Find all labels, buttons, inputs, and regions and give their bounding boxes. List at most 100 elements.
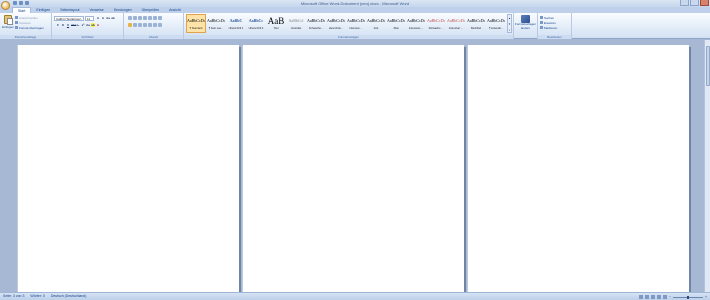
change-case-button[interactable]: Aa [106,16,110,20]
justify-icon[interactable] [143,23,147,27]
subscript-button[interactable]: x₂ [76,23,80,27]
style-name: Schwache... [308,27,324,30]
shading-icon[interactable] [153,23,157,27]
style-item[interactable]: AaB Titel [266,14,286,33]
office-button[interactable] [1,1,10,10]
style-name: Buchtitel [471,27,481,30]
style-item[interactable]: AaBbCcDc ¶ Standard [186,14,206,33]
style-item[interactable]: AaBbCcDc Schwache... [306,14,326,33]
style-name: Untertitel [290,27,302,30]
style-sample: AaBbCcDc [187,18,205,23]
outline-icon[interactable] [656,295,661,299]
fullscreen-reading-icon[interactable] [644,295,649,299]
font-size-select[interactable]: 11 [85,16,94,21]
editing-group: Suchen Ersetzen Markieren Bearbeiten [538,13,572,39]
undo-icon[interactable] [19,1,23,5]
scrollbar-thumb[interactable] [706,46,710,86]
copy-icon [15,21,18,24]
paragraph-group-label: Absatz [124,35,183,39]
minimize-icon[interactable] [680,0,689,6]
word-count[interactable]: Wörter: 0 [30,294,44,299]
document-page[interactable] [242,45,464,292]
bold-button[interactable]: F [56,23,60,27]
style-item[interactable]: AaBbCcDc Fett [366,14,386,33]
paste-label: Einfügen [2,25,14,29]
close-icon[interactable] [700,0,709,6]
scissors-icon [15,16,18,19]
line-spacing-icon[interactable] [148,23,152,27]
align-center-icon[interactable] [133,23,137,27]
more-icon[interactable]: ▿ [508,27,511,33]
change-styles-group: Formatvorlagen ändern [514,13,538,39]
format-painter-label: Format übertragen [19,25,44,30]
borders-icon[interactable] [158,23,162,27]
clipboard-group: Einfügen Ausschneiden Kopieren Format üb… [0,13,52,39]
select-button[interactable]: Markieren [540,25,557,30]
style-item[interactable]: AaBbCcDc Hervorheb... [326,14,346,33]
pilcrow-icon[interactable] [158,16,162,20]
change-styles-label: Formatvorlagen ändern [514,22,536,30]
style-item[interactable]: AaBbCcDc Intensives ... [406,14,426,33]
window-controls [680,0,709,6]
style-name: Fett [373,27,379,30]
vertical-scrollbar[interactable] [704,40,710,292]
styles-gallery-scroll[interactable]: ▴ ▾ ▿ [507,14,512,33]
style-item[interactable]: AaBbCcDc ¶ Listenab... [486,14,506,33]
status-bar: Seite: 3 von 3 Wörter: 0 Deutsch (Deutsc… [0,292,710,300]
style-name: Titel [273,27,279,30]
numbering-icon[interactable] [133,16,137,20]
document-page[interactable] [17,45,239,292]
highlight-button[interactable]: ab [91,23,95,27]
binoculars-icon [540,16,543,19]
save-icon[interactable] [13,1,17,5]
grow-font-button[interactable]: A [96,16,100,20]
decrease-indent-icon[interactable] [143,16,147,20]
multilevel-list-icon[interactable] [138,16,142,20]
style-item[interactable]: AaBbCcDc Buchtitel [466,14,486,33]
clear-format-button[interactable]: ab [111,16,115,20]
style-item[interactable]: AaBbCcDc Intensive ... [346,14,366,33]
format-painter-button[interactable]: Format übertragen [15,25,44,30]
sort-icon[interactable] [153,16,157,20]
draft-icon[interactable] [662,295,667,299]
style-name: ¶ Kein Lee... [208,27,224,30]
style-name: Überschrift 1 [228,27,244,30]
styles-group-label: Formatvorlagen [184,35,513,39]
document-page[interactable] [467,45,689,292]
style-item[interactable]: AaBbCc Überschrift 2 [246,14,266,33]
zoom-slider[interactable] [672,295,703,299]
redo-icon[interactable] [25,1,29,5]
underline-button[interactable]: U [66,23,70,27]
change-styles-button[interactable]: Formatvorlagen ändern [514,15,537,30]
style-name: Intensive ... [349,27,363,30]
style-item[interactable]: AaBbCcDc Zitat [386,14,406,33]
style-item[interactable]: AaBbCcDc ¶ Kein Lee... [206,14,226,33]
style-item[interactable]: AaBbC Überschrift 1 [226,14,246,33]
zoom-out-icon[interactable]: − [669,295,671,299]
text-effect-button[interactable]: Aa [86,23,90,27]
language-indicator[interactable]: Deutsch (Deutschland) [51,294,87,299]
style-name: ¶ Standard [189,27,203,30]
align-left-icon[interactable] [128,23,132,27]
page-count[interactable]: Seite: 3 von 3 [3,294,24,299]
style-name: Intensiver ... [448,27,464,30]
font-name-select[interactable]: Calibri (Textkörper) [54,16,84,21]
italic-button[interactable]: K [61,23,65,27]
strikethrough-button[interactable]: abc [71,23,76,27]
zoom-in-icon[interactable]: + [705,295,707,299]
paste-button[interactable]: Einfügen [2,15,14,32]
increase-indent-icon[interactable] [148,16,152,20]
style-item[interactable]: AaBbCcDc Intensiver ... [446,14,466,33]
align-right-icon[interactable] [138,23,142,27]
style-item[interactable]: AaBbCcDc Schwache ... [426,14,446,33]
editing-group-label: Bearbeiten [538,35,571,39]
font-color-button[interactable]: A [96,23,100,27]
web-layout-icon[interactable] [650,295,655,299]
maximize-icon[interactable] [690,0,699,6]
style-item[interactable]: AaBbCcl Untertitel [286,14,306,33]
title-bar: Microsoft Office Word-Dokument (neu).doc… [0,0,710,7]
bullets-icon[interactable] [128,16,132,20]
superscript-button[interactable]: x² [81,23,85,27]
shrink-font-button[interactable]: A [101,16,105,20]
print-layout-icon[interactable] [638,295,643,299]
